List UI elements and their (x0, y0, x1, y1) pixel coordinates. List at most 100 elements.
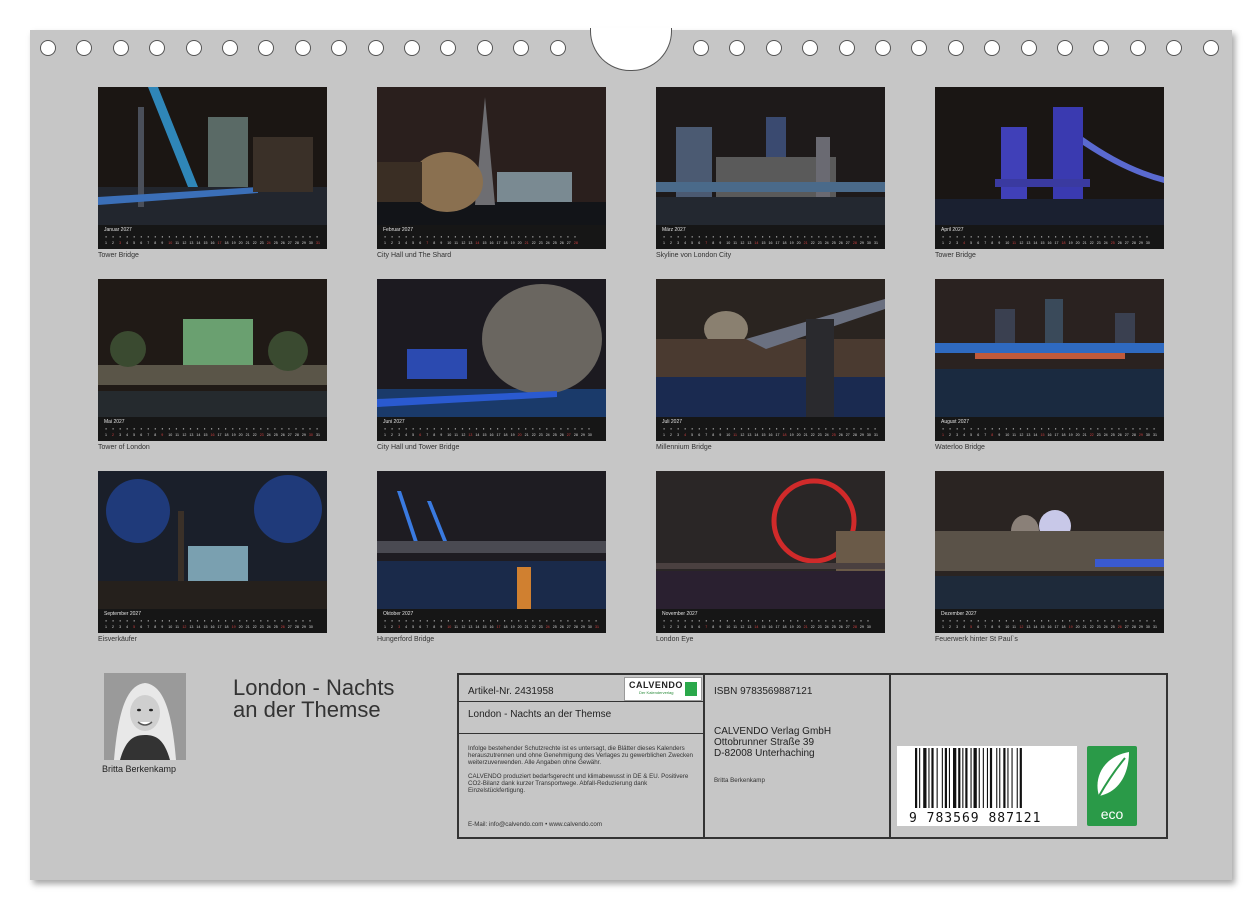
day-number: 4 (963, 433, 965, 437)
weekday-mark (302, 236, 304, 238)
weekday-mark (553, 236, 555, 238)
weekday-mark (1076, 236, 1078, 238)
month-name: November 2027 (662, 611, 698, 617)
day-number: 3 (956, 241, 958, 245)
weekday-mark (412, 428, 414, 430)
day-number: 29 (860, 433, 864, 437)
barcode-icon: 9 783569 887121 (897, 746, 1077, 826)
weekday-mark (1041, 236, 1043, 238)
weekday-mark (532, 236, 534, 238)
weekday-mark (112, 428, 114, 430)
day-number: 23 (260, 433, 264, 437)
weekday-mark (705, 236, 707, 238)
weekday-mark (504, 428, 506, 430)
weekday-mark (419, 428, 421, 430)
weekday-mark (754, 236, 757, 238)
weekday-mark (468, 428, 471, 430)
day-number: 19 (790, 433, 794, 437)
weekday-mark (267, 236, 269, 238)
day-number: 2 (112, 241, 114, 245)
day-number: 15 (762, 433, 766, 437)
weekday-mark (490, 620, 492, 622)
binding-ring-icon (875, 40, 891, 56)
day-number: 6 (140, 241, 142, 245)
day-number: 12 (182, 241, 186, 245)
weekday-mark (412, 236, 414, 238)
day-number: 11 (1012, 625, 1016, 629)
day-number: 12 (740, 625, 744, 629)
binding-ring-icon (404, 40, 420, 56)
weekday-mark (1104, 620, 1106, 622)
weekday-mark (539, 620, 541, 622)
day-number: 25 (1111, 241, 1115, 245)
day-number: 25 (274, 625, 278, 629)
day-number: 2 (391, 625, 393, 629)
day-number: 21 (525, 241, 529, 245)
weekday-mark (225, 428, 227, 430)
month-photo (656, 87, 885, 225)
weekday-mark (1097, 620, 1099, 622)
weekday-mark (253, 428, 255, 430)
weekday-mark (1083, 620, 1085, 622)
weekday-mark (267, 428, 269, 430)
day-number: 4 (126, 433, 128, 437)
weekday-mark (1012, 620, 1014, 622)
day-number: 22 (253, 241, 257, 245)
weekday-mark (670, 428, 672, 430)
day-number: 28 (295, 625, 299, 629)
weekday-mark (1026, 620, 1029, 622)
day-number: 13 (189, 241, 193, 245)
weekday-mark (1125, 620, 1127, 622)
weekday-mark (175, 236, 177, 238)
day-number: 23 (1097, 625, 1101, 629)
day-number: 1 (105, 241, 107, 245)
day-number: 3 (119, 625, 121, 629)
day-number: 18 (1062, 625, 1066, 629)
day-number: 5 (691, 433, 693, 437)
weekday-mark (1076, 620, 1078, 622)
author-photo (104, 673, 186, 760)
month-tile: März 2027 1 2 3 4 5 6 7 8 9 10 11 12 13 14 15 16 17 18 19 20… (656, 87, 885, 263)
day-number: 14 (475, 625, 479, 629)
weekday-mark (133, 620, 135, 622)
weekday-mark (1041, 428, 1043, 430)
day-number: 26 (560, 241, 564, 245)
day-number: 20 (239, 433, 243, 437)
day-number: 17 (497, 241, 501, 245)
weekday-mark (1104, 428, 1106, 430)
weekday-mark (1062, 620, 1064, 622)
weekday-mark (663, 428, 665, 430)
day-number: 10 (447, 625, 451, 629)
weekday-mark (175, 620, 177, 622)
day-number: 30 (309, 625, 313, 629)
day-number: 31 (874, 433, 878, 437)
day-number: 27 (288, 433, 292, 437)
weekday-mark (461, 428, 464, 430)
publisher-street: Ottobrunner Straße 39 (714, 737, 815, 748)
weekday-mark (970, 236, 972, 238)
day-number: 19 (511, 433, 515, 437)
day-number: 10 (1005, 433, 1009, 437)
weekday-mark (511, 236, 513, 238)
binding-ring-icon (1166, 40, 1183, 56)
day-number: 11 (1012, 241, 1016, 245)
day-number: 2 (391, 433, 393, 437)
weekday-mark (588, 620, 590, 622)
weekday-mark (726, 428, 728, 430)
day-number: 14 (475, 433, 479, 437)
day-number: 25 (553, 241, 557, 245)
day-number: 24 (825, 625, 829, 629)
day-number: 18 (1062, 241, 1066, 245)
weekday-mark (433, 236, 435, 238)
weekday-mark (147, 620, 149, 622)
weekday-mark (1062, 428, 1064, 430)
day-number: 8 (433, 433, 435, 437)
weekday-mark (769, 236, 771, 238)
barcode-bar (948, 748, 950, 808)
weekday-mark (663, 620, 665, 622)
day-number: 26 (839, 625, 843, 629)
day-number: 7 (426, 241, 428, 245)
weekday-mark (712, 236, 714, 238)
weekday-mark (225, 236, 227, 238)
weekday-mark (133, 236, 135, 238)
